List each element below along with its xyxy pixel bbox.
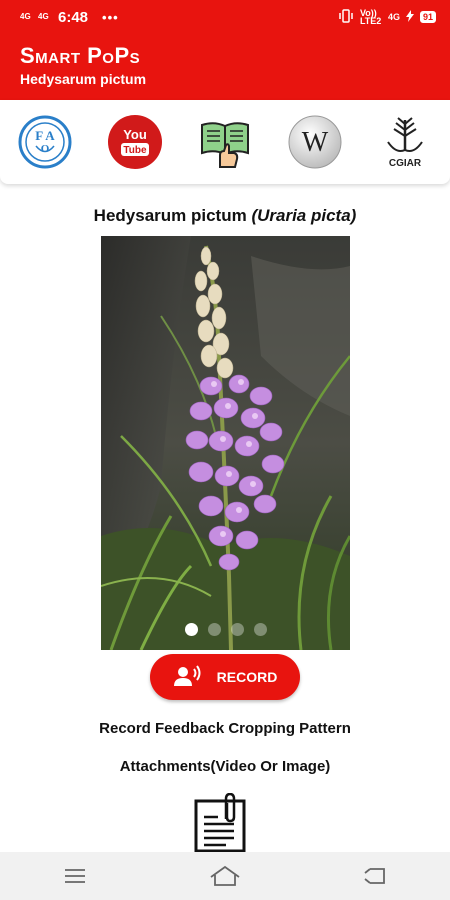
back-icon[interactable]: [345, 852, 405, 900]
network-indicator-right: 4G: [387, 12, 400, 22]
youtube-icon[interactable]: You Tube: [105, 112, 165, 172]
plant-photo: [101, 236, 350, 650]
book-reading-icon[interactable]: [195, 112, 255, 172]
status-time: 6:48: [58, 8, 89, 26]
vibrate-icon: [338, 9, 354, 25]
status-bar: 4G 4G 6:48 ••• Vo)) LTE2 4G 91: [0, 0, 450, 34]
network-indicator-2: 4G: [38, 12, 49, 21]
svg-text:Tube: Tube: [123, 145, 147, 156]
attachments-heading: Attachments(Video Or Image): [119, 758, 331, 775]
home-icon[interactable]: [195, 852, 255, 900]
svg-text:F A: F A: [35, 128, 55, 143]
svg-text:W: W: [302, 127, 329, 158]
carousel-dot[interactable]: [253, 623, 267, 636]
battery-icon: 91: [419, 11, 436, 23]
svg-text:CGIAR: CGIAR: [389, 158, 422, 169]
battery-level: 91: [422, 12, 433, 22]
attachment-document-icon[interactable]: [192, 792, 250, 853]
voice-record-icon: [173, 664, 203, 690]
svg-text:You: You: [123, 127, 147, 142]
system-nav-bar: [0, 852, 450, 900]
wikipedia-icon[interactable]: W: [285, 112, 345, 172]
record-button[interactable]: RECORD: [150, 654, 300, 700]
cgiar-logo-icon[interactable]: CGIAR: [375, 112, 435, 172]
menu-icon[interactable]: [45, 852, 105, 900]
resource-icon-row: F A O You Tube W CGIAR: [0, 100, 450, 184]
app-title: Smart PoPs: [20, 43, 141, 68]
record-button-label: RECORD: [216, 669, 278, 685]
carousel-dot[interactable]: [184, 623, 198, 636]
notification-dots: •••: [102, 9, 119, 25]
app-bar: Smart PoPs Hedysarum pictum: [0, 34, 450, 100]
status-left: 4G 4G 6:48 •••: [20, 9, 119, 26]
volte-indicator: Vo)) LTE2: [359, 8, 382, 26]
network-indicator-1: 4G: [20, 12, 31, 21]
plant-scientific-name: (Uraria picta): [251, 206, 357, 225]
carousel-dot[interactable]: [207, 623, 221, 636]
plant-photo-carousel[interactable]: [101, 236, 350, 650]
plant-title: Hedysarum pictum (Uraria picta): [0, 206, 450, 226]
svg-text:O: O: [41, 143, 50, 155]
fao-logo-icon[interactable]: F A O: [15, 112, 75, 172]
carousel-indicators: [101, 623, 350, 636]
feedback-heading: Record Feedback Cropping Pattern: [99, 720, 351, 737]
status-right: Vo)) LTE2 4G 91: [338, 8, 436, 26]
app-subtitle: Hedysarum pictum: [20, 71, 147, 87]
plant-common-name: Hedysarum pictum: [93, 206, 247, 225]
charging-icon: [405, 10, 414, 24]
carousel-dot[interactable]: [230, 623, 244, 636]
